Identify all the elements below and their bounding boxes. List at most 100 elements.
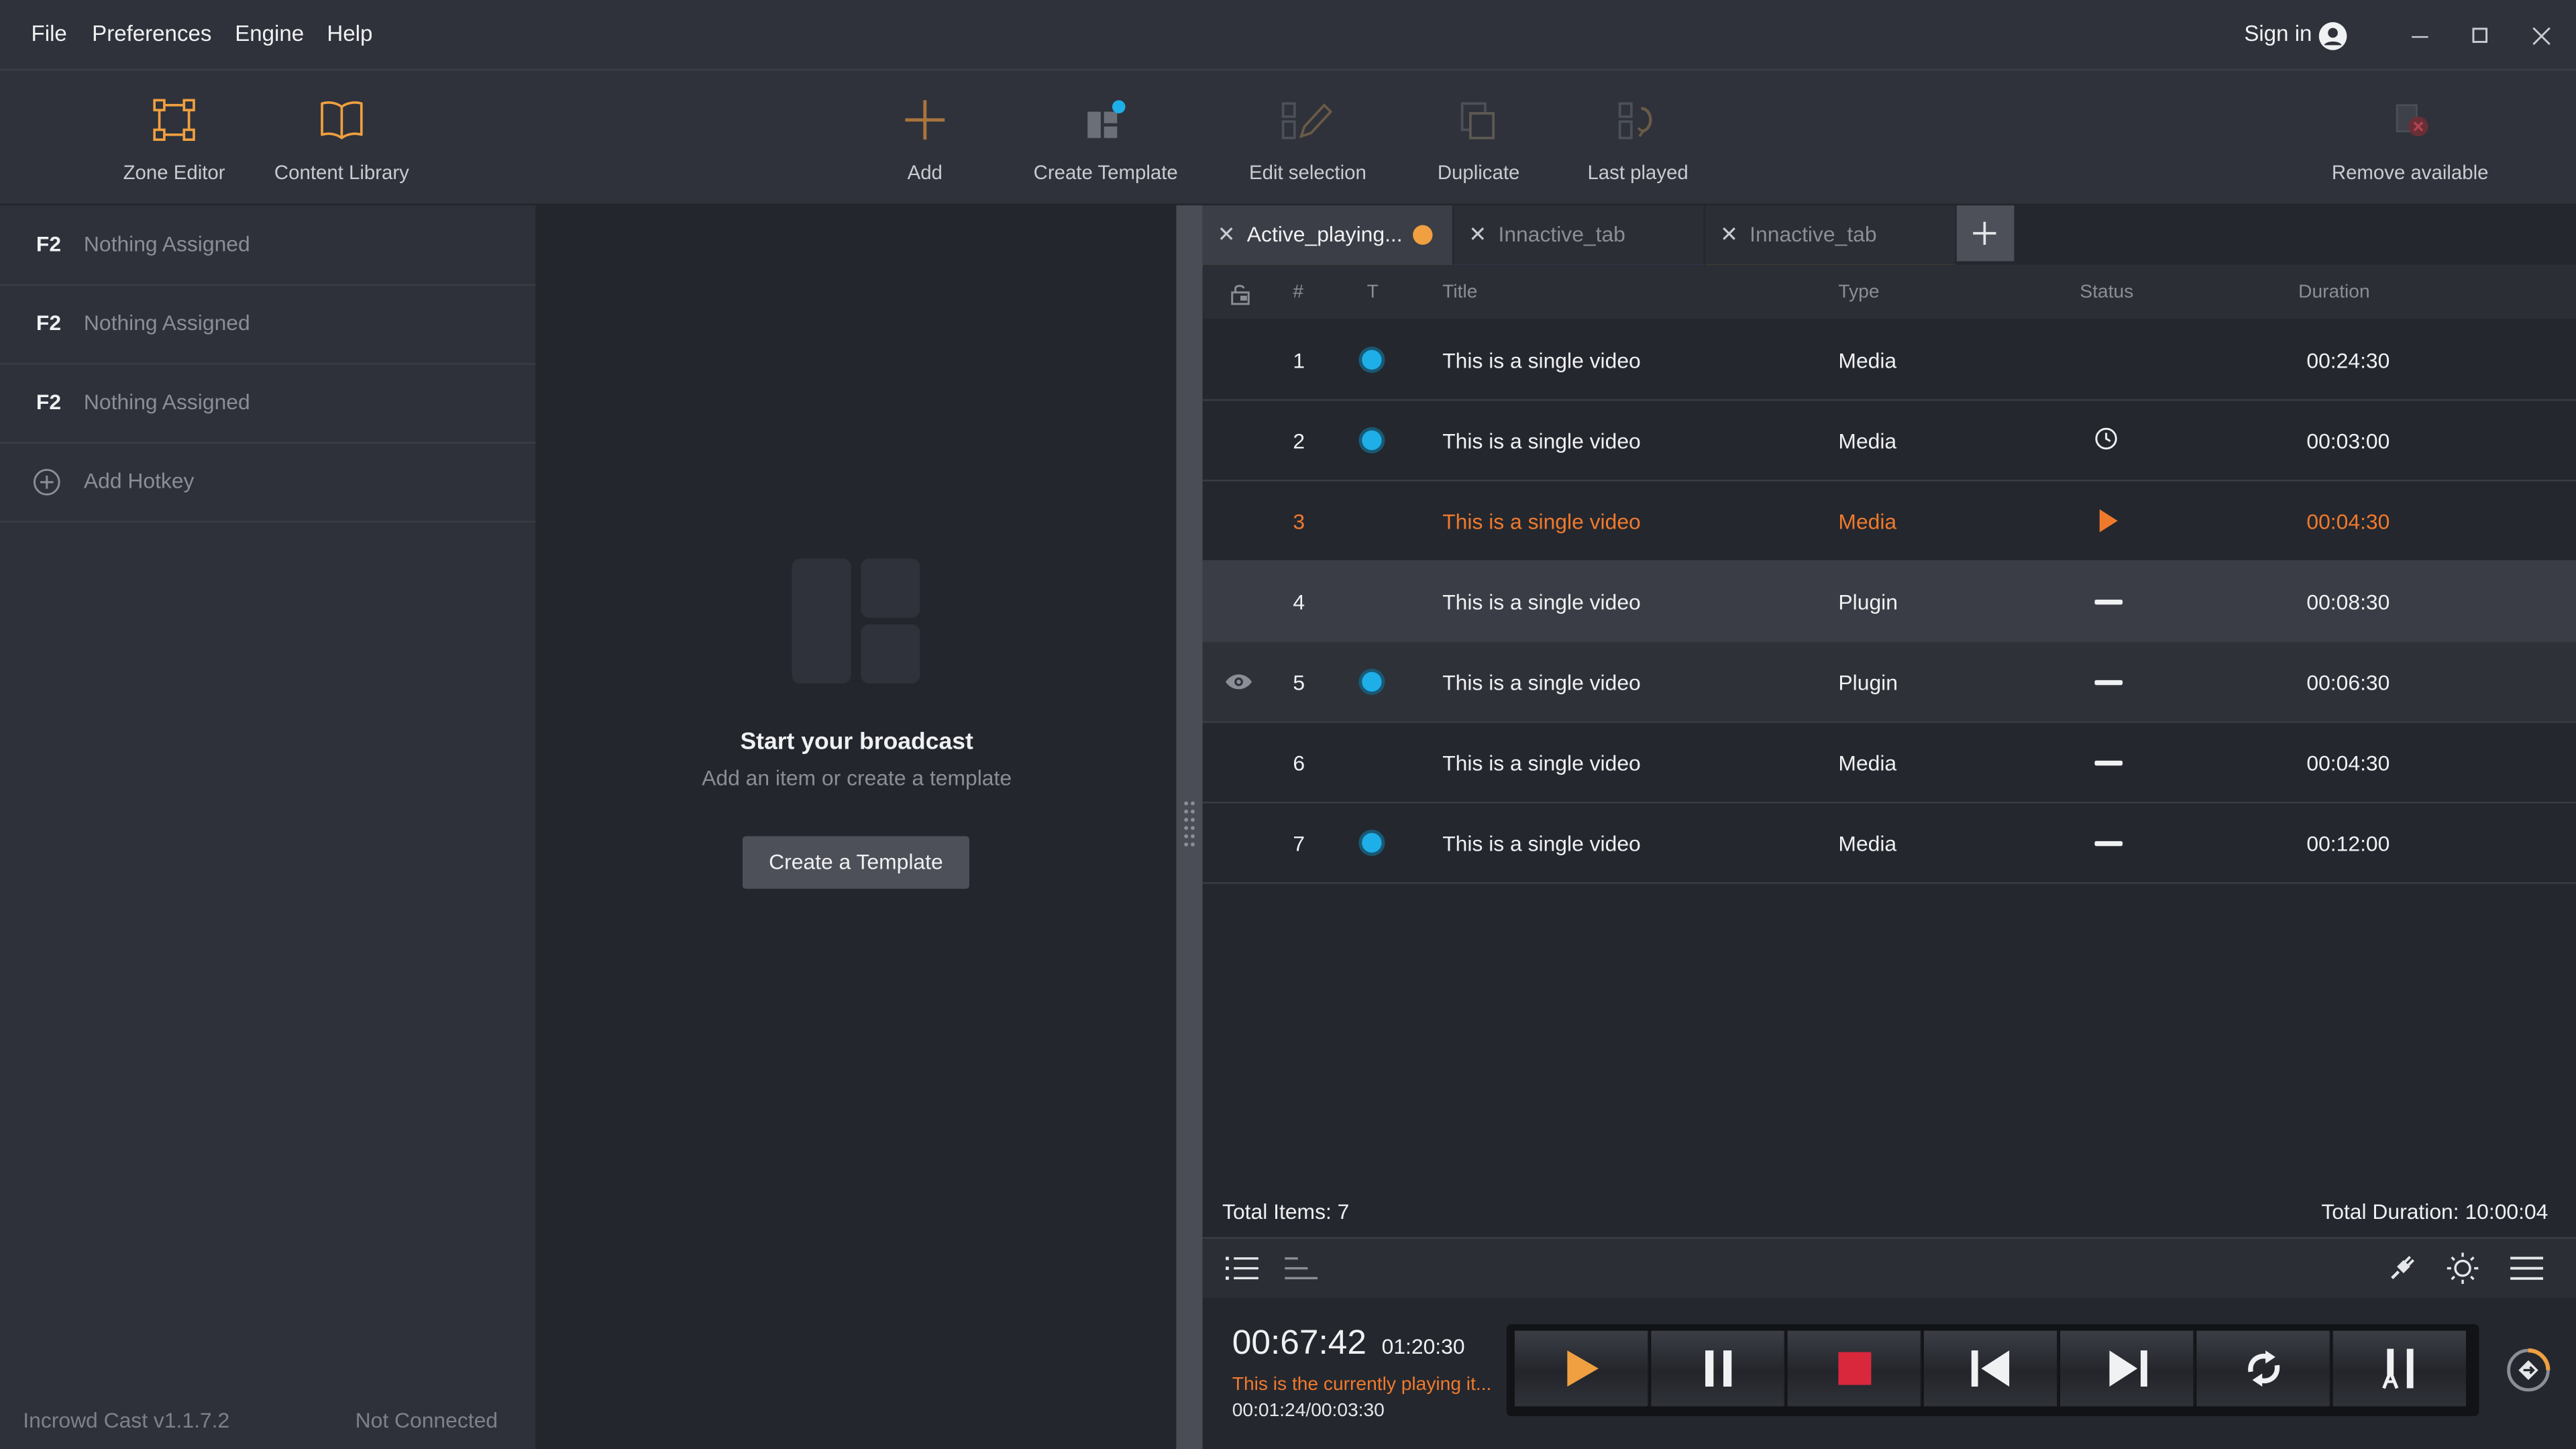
compact-view-icon[interactable] bbox=[1285, 1255, 1318, 1281]
elapsed-time: 00:67:42 bbox=[1232, 1324, 1366, 1362]
column-number[interactable]: # bbox=[1293, 282, 1303, 302]
last-played-button[interactable]: Last played bbox=[1548, 91, 1728, 184]
lock-icon[interactable] bbox=[1229, 282, 1252, 305]
loop-button[interactable] bbox=[2196, 1330, 2332, 1407]
broadcast-panel: Start your broadcast Add an item or crea… bbox=[537, 205, 1177, 1449]
column-title[interactable]: Title bbox=[1442, 282, 1477, 302]
row-duration: 00:24:30 bbox=[2306, 348, 2390, 373]
remove-available-button[interactable]: Remove available bbox=[2320, 91, 2500, 184]
status-dash-icon bbox=[2094, 841, 2123, 847]
hotkey-key: F2 bbox=[36, 310, 62, 335]
close-tab-icon[interactable]: ✕ bbox=[1468, 222, 1487, 248]
table-row[interactable]: 2 This is a single video Media 00:03:00 bbox=[1202, 401, 2576, 482]
pause-button[interactable] bbox=[1651, 1330, 1786, 1407]
play-status-icon bbox=[2099, 509, 2118, 533]
table-row[interactable]: 6 This is a single video Media 00:04:30 bbox=[1202, 723, 2576, 804]
list-view-icon[interactable] bbox=[1225, 1255, 1258, 1281]
engine-status-icon[interactable] bbox=[2504, 1346, 2553, 1395]
create-template-cta[interactable]: Create a Template bbox=[742, 836, 969, 889]
playback-controls: 00:67:42 01:20:30 This is the currently … bbox=[1202, 1297, 2576, 1449]
create-template-button[interactable]: Create Template bbox=[1015, 91, 1195, 184]
table-row-playing[interactable]: 3 This is a single video Media 00:04:30 bbox=[1202, 482, 2576, 562]
sign-in-link[interactable]: Sign in bbox=[2244, 21, 2312, 46]
hotkey-row[interactable]: F2 Nothing Assigned bbox=[0, 363, 536, 444]
minimize-icon[interactable] bbox=[2410, 26, 2430, 46]
user-icon[interactable] bbox=[2318, 21, 2348, 51]
row-title: This is a single video bbox=[1442, 670, 1641, 695]
column-type[interactable]: Type bbox=[1838, 282, 1879, 302]
close-tab-icon[interactable]: ✕ bbox=[1720, 222, 1738, 248]
table-row[interactable]: 1 This is a single video Media 00:24:30 bbox=[1202, 321, 2576, 401]
indicator-dot bbox=[1362, 430, 1382, 451]
status-dash-icon bbox=[2094, 599, 2123, 605]
indicator-dot bbox=[1362, 672, 1382, 692]
hamburger-menu-icon[interactable] bbox=[2510, 1255, 2544, 1281]
menu-help[interactable]: Help bbox=[327, 21, 372, 46]
row-title: This is a single video bbox=[1442, 590, 1641, 614]
plug-icon[interactable] bbox=[2387, 1254, 2416, 1283]
remove-available-label: Remove available bbox=[2331, 161, 2489, 184]
template-icon bbox=[1087, 100, 1126, 138]
edit-icon bbox=[1281, 102, 1333, 140]
app-version: Incrowd Cast v1.1.7.2 bbox=[23, 1407, 230, 1433]
panel-splitter[interactable] bbox=[1176, 205, 1203, 1449]
add-hotkey-button[interactable]: Add Hotkey bbox=[0, 442, 536, 523]
maximize-icon[interactable] bbox=[2471, 26, 2490, 46]
menu-file[interactable]: File bbox=[32, 21, 67, 46]
close-tab-icon[interactable]: ✕ bbox=[1218, 222, 1236, 248]
remaining-time: 01:20:30 bbox=[1381, 1334, 1465, 1359]
drag-handle-icon[interactable] bbox=[1183, 800, 1196, 849]
indicator-dot bbox=[1362, 350, 1382, 370]
hotkey-key: F2 bbox=[36, 231, 62, 257]
zone-editor-label: Zone Editor bbox=[123, 161, 225, 184]
row-number: 5 bbox=[1293, 670, 1305, 695]
pause-icon bbox=[1704, 1350, 1731, 1387]
last-played-icon bbox=[1618, 102, 1652, 140]
close-window-icon[interactable] bbox=[2532, 26, 2551, 46]
book-icon bbox=[321, 101, 363, 140]
table-row[interactable]: 5 This is a single video Plugin 00:06:30 bbox=[1202, 642, 2576, 723]
hotkey-key: F2 bbox=[36, 389, 62, 415]
plus-icon bbox=[1973, 221, 1996, 245]
edit-selection-button[interactable]: Edit selection bbox=[1218, 91, 1398, 184]
view-controls bbox=[1202, 1237, 2576, 1298]
play-button[interactable] bbox=[1514, 1330, 1650, 1407]
new-tab-button[interactable] bbox=[1956, 205, 2015, 262]
toolbar: Zone Editor Content Library Add Create T… bbox=[0, 70, 2576, 206]
tab-label: Innactive_tab bbox=[1498, 221, 1625, 247]
stop-button[interactable] bbox=[1787, 1330, 1923, 1407]
previous-button[interactable] bbox=[1923, 1330, 2059, 1407]
skip-back-icon bbox=[1970, 1350, 2008, 1387]
clip-progress: 00:01:24/00:03:30 bbox=[1232, 1401, 1385, 1421]
column-t[interactable]: T bbox=[1367, 282, 1379, 302]
hotkey-label: Nothing Assigned bbox=[83, 310, 250, 335]
zone-editor-button[interactable]: Zone Editor bbox=[84, 91, 264, 184]
add-hotkey-label: Add Hotkey bbox=[83, 468, 195, 493]
row-number: 2 bbox=[1293, 429, 1305, 453]
table-row[interactable]: 7 This is a single video Media 00:12:00 bbox=[1202, 804, 2576, 884]
row-type: Media bbox=[1838, 509, 1897, 534]
auto-mode-button[interactable] bbox=[2332, 1330, 2466, 1407]
hotkey-row[interactable]: F2 Nothing Assigned bbox=[0, 205, 536, 286]
duplicate-button[interactable]: Duplicate bbox=[1388, 91, 1568, 184]
stop-icon bbox=[1837, 1352, 1871, 1385]
tab-inactive-1[interactable]: ✕ Innactive_tab bbox=[1454, 205, 1704, 268]
row-type: Plugin bbox=[1838, 590, 1898, 614]
hotkey-label: Nothing Assigned bbox=[83, 389, 250, 415]
tab-inactive-2[interactable]: ✕ Innactive_tab bbox=[1705, 205, 1955, 268]
column-duration[interactable]: Duration bbox=[2298, 282, 2369, 302]
menu-engine[interactable]: Engine bbox=[235, 21, 304, 46]
plus-icon bbox=[905, 100, 945, 140]
menu-preferences[interactable]: Preferences bbox=[92, 21, 211, 46]
eye-icon[interactable] bbox=[1224, 672, 1254, 692]
column-status[interactable]: Status bbox=[2080, 282, 2133, 302]
next-button[interactable] bbox=[2060, 1330, 2195, 1407]
table-row-selected[interactable]: 4 This is a single video Plugin 00:08:30 bbox=[1202, 561, 2576, 643]
content-library-button[interactable]: Content Library bbox=[252, 91, 432, 184]
tab-active-playing[interactable]: ✕ Active_playing... bbox=[1202, 205, 1452, 268]
hotkey-row[interactable]: F2 Nothing Assigned bbox=[0, 284, 536, 365]
row-type: Media bbox=[1838, 751, 1897, 775]
add-button[interactable]: Add bbox=[835, 91, 1015, 184]
brightness-icon[interactable] bbox=[2447, 1252, 2479, 1285]
row-number: 7 bbox=[1293, 831, 1305, 856]
